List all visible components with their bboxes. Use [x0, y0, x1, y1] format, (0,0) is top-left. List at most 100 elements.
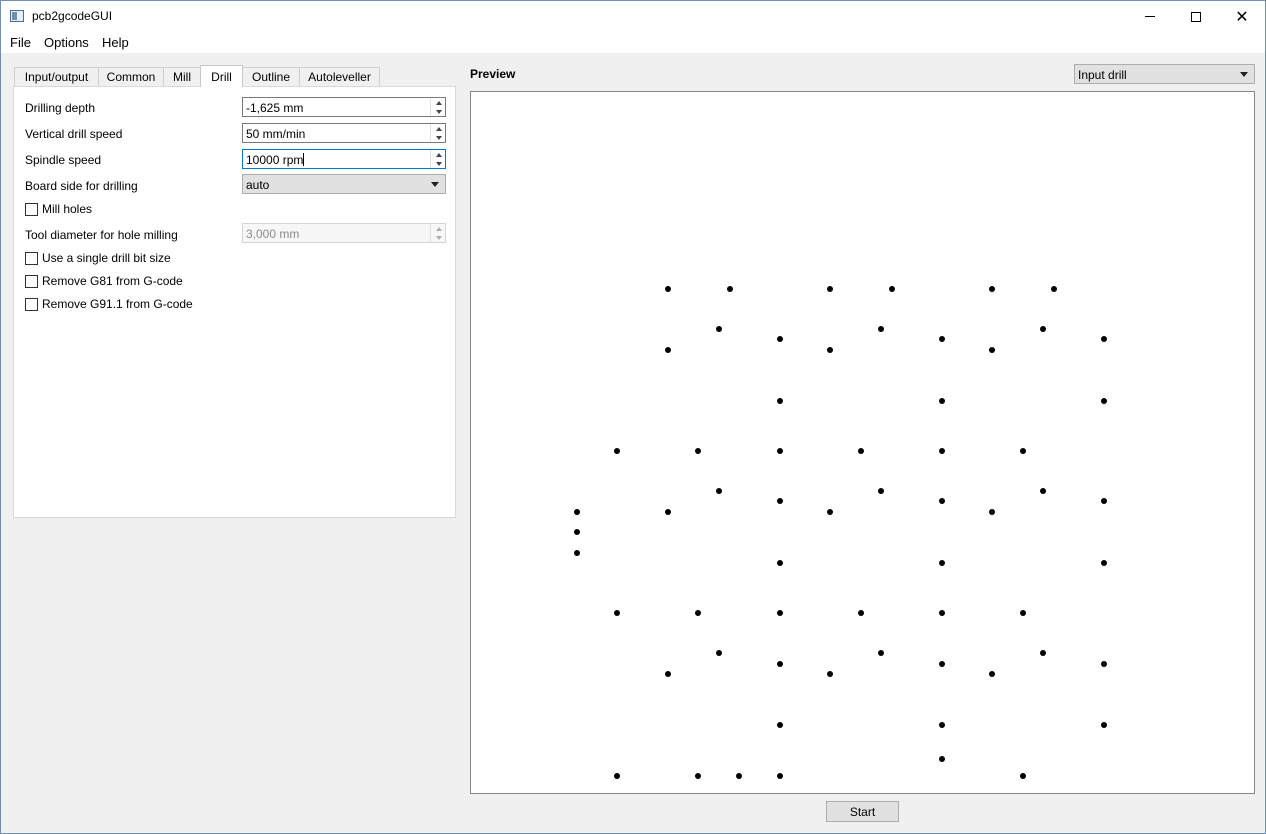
drill-hole: [716, 650, 722, 656]
spindle-speed-stepper[interactable]: [430, 150, 445, 168]
checkbox-box[interactable]: [25, 274, 38, 288]
drill-hole: [939, 398, 945, 404]
mill-holes-label: Mill holes: [42, 202, 93, 216]
tab-outline[interactable]: Outline: [242, 67, 300, 86]
tab-drill[interactable]: Drill: [200, 65, 243, 87]
drill-hole: [1040, 650, 1046, 656]
drill-hole: [736, 773, 742, 779]
drill-hole: [665, 671, 671, 677]
menu-options[interactable]: Options: [44, 35, 89, 50]
app-icon: [10, 10, 24, 22]
remove-g81-checkbox[interactable]: Remove G81 from G-code: [25, 274, 183, 288]
spindle-speed-label: Spindle speed: [25, 153, 102, 167]
preview-source-select[interactable]: Input drill: [1074, 64, 1255, 84]
vertical-drill-speed-stepper[interactable]: [430, 124, 445, 142]
window-title: pcb2gcodeGUI: [32, 9, 113, 23]
drill-hole: [989, 347, 995, 353]
checkbox-box[interactable]: [25, 202, 38, 216]
drill-hole: [939, 722, 945, 728]
drill-hole: [695, 448, 701, 454]
drill-hole: [665, 509, 671, 515]
remove-g91-checkbox[interactable]: Remove G91.1 from G-code: [25, 297, 193, 311]
spin-up-icon[interactable]: [431, 98, 446, 107]
drill-hole: [665, 286, 671, 292]
spin-up-icon[interactable]: [431, 124, 446, 133]
drill-hole: [695, 610, 701, 616]
chevron-down-icon: [1240, 72, 1248, 77]
maximize-button[interactable]: [1173, 1, 1219, 32]
drill-hole: [777, 560, 783, 566]
drill-hole: [1051, 286, 1057, 292]
checkbox-box[interactable]: [25, 297, 38, 311]
drill-hole: [614, 610, 620, 616]
spin-up-icon: [431, 224, 446, 233]
drill-hole: [939, 498, 945, 504]
tool-diameter-label: Tool diameter for hole milling: [25, 228, 178, 242]
title-bar[interactable]: pcb2gcodeGUI ✕: [1, 1, 1265, 32]
preview-canvas[interactable]: [470, 91, 1255, 794]
tab-autoleveller[interactable]: Autoleveller: [299, 67, 380, 86]
drill-hole: [827, 671, 833, 677]
drill-hole: [939, 610, 945, 616]
drill-hole: [878, 650, 884, 656]
drill-hole: [858, 448, 864, 454]
drill-hole: [614, 773, 620, 779]
minimize-icon: [1145, 16, 1155, 17]
vertical-drill-speed-label: Vertical drill speed: [25, 127, 123, 141]
drilling-depth-stepper[interactable]: [430, 98, 445, 116]
board-side-label: Board side for drilling: [25, 179, 138, 193]
tool-diameter-spinbox: 3,000 mm: [242, 223, 446, 243]
drill-hole: [574, 529, 580, 535]
spin-down-icon[interactable]: [431, 133, 446, 142]
drill-hole: [939, 448, 945, 454]
drilling-depth-spinbox[interactable]: -1,625 mm: [242, 97, 446, 117]
single-drill-bit-label: Use a single drill bit size: [42, 251, 171, 265]
menu-help[interactable]: Help: [102, 35, 129, 50]
drill-hole: [1020, 448, 1026, 454]
menu-file[interactable]: File: [10, 35, 31, 50]
tab-input-output[interactable]: Input/output: [14, 67, 99, 86]
drill-hole: [614, 448, 620, 454]
drill-hole: [1101, 560, 1107, 566]
drill-hole: [777, 722, 783, 728]
drill-hole: [716, 488, 722, 494]
drill-hole: [777, 398, 783, 404]
spin-down-icon: [431, 233, 446, 242]
drill-hole: [777, 498, 783, 504]
spin-down-icon[interactable]: [431, 107, 446, 116]
drilling-depth-value: -1,625 mm: [246, 101, 304, 115]
drill-hole: [878, 488, 884, 494]
drill-hole: [695, 773, 701, 779]
drill-hole: [777, 661, 783, 667]
tool-diameter-value: 3,000 mm: [246, 227, 300, 241]
drill-hole: [939, 560, 945, 566]
start-button[interactable]: Start: [826, 801, 899, 822]
drill-hole: [1101, 722, 1107, 728]
checkbox-box[interactable]: [25, 251, 38, 265]
spin-down-icon[interactable]: [431, 159, 446, 168]
drill-hole: [989, 286, 995, 292]
mill-holes-checkbox[interactable]: Mill holes: [25, 202, 92, 216]
tab-common[interactable]: Common: [98, 67, 164, 86]
close-button[interactable]: ✕: [1219, 1, 1265, 32]
drill-hole: [827, 509, 833, 515]
board-side-select[interactable]: auto: [242, 174, 446, 194]
drill-hole: [777, 773, 783, 779]
drill-hole: [665, 347, 671, 353]
drill-hole: [1020, 773, 1026, 779]
spin-up-icon[interactable]: [431, 150, 446, 159]
vertical-drill-speed-spinbox[interactable]: 50 mm/min: [242, 123, 446, 143]
drill-hole: [939, 661, 945, 667]
spindle-speed-spinbox[interactable]: 10000 rpm: [242, 149, 446, 169]
remove-g81-label: Remove G81 from G-code: [42, 274, 183, 288]
drill-hole: [827, 286, 833, 292]
menu-bar: File Options Help: [1, 32, 1265, 53]
minimize-button[interactable]: [1127, 1, 1173, 32]
single-drill-bit-checkbox[interactable]: Use a single drill bit size: [25, 251, 171, 265]
drilling-depth-label: Drilling depth: [25, 101, 96, 115]
app-window: pcb2gcodeGUI ✕ File Options Help Input/o…: [0, 0, 1266, 834]
drill-holes-plot: [574, 286, 1107, 779]
drill-hole: [1101, 661, 1107, 667]
drill-settings-panel: Drilling depth -1,625 mm Vertical drill …: [13, 86, 456, 518]
tab-mill[interactable]: Mill: [163, 67, 201, 86]
